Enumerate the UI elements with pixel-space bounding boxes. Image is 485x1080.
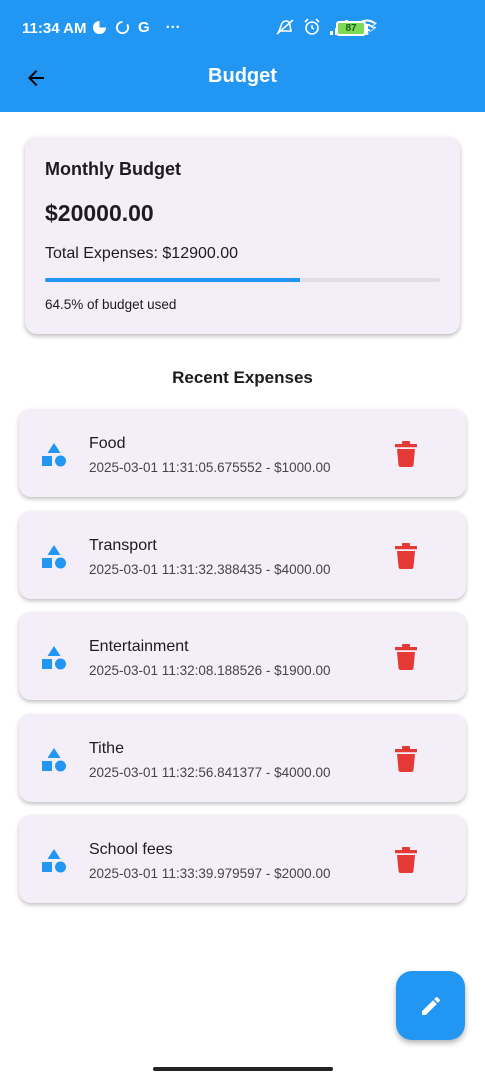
status-time: 11:34 AM <box>22 20 87 37</box>
delete-expense-button[interactable] <box>393 541 419 571</box>
expense-item[interactable]: Tithe 2025-03-01 11:32:56.841377 - $4000… <box>19 713 466 802</box>
expense-item[interactable]: School fees 2025-03-01 11:33:39.979597 -… <box>19 815 466 903</box>
expense-detail: 2025-03-01 11:32:08.188526 - $1900.00 <box>89 663 331 678</box>
delete-expense-button[interactable] <box>393 845 419 875</box>
app-bar: 11:34 AM G ··· 87 ⚡ Budget <box>0 0 485 112</box>
budget-progress-fill <box>45 278 300 282</box>
delete-expense-button[interactable] <box>393 744 419 774</box>
expense-item[interactable]: Entertainment 2025-03-01 11:32:08.188526… <box>19 612 466 700</box>
alarm-icon <box>304 18 320 35</box>
total-expenses: Total Expenses: $12900.00 <box>45 245 239 262</box>
category-shapes-icon <box>42 646 66 670</box>
category-shapes-icon <box>42 747 66 771</box>
expense-name: School fees <box>89 841 173 858</box>
expense-detail: 2025-03-01 11:31:32.388435 - $4000.00 <box>89 561 331 577</box>
google-notification-icon: G <box>138 19 150 36</box>
category-shapes-icon <box>42 849 66 873</box>
expense-detail: 2025-03-01 11:32:56.841377 - $4000.00 <box>89 764 331 780</box>
home-indicator[interactable] <box>153 1067 333 1071</box>
budget-amount: $20000.00 <box>45 200 154 226</box>
category-shapes-icon <box>42 443 66 467</box>
budget-usage-text: 64.5% of budget used <box>45 297 177 312</box>
edit-budget-fab[interactable] <box>396 971 465 1040</box>
expense-name: Transport <box>89 536 157 554</box>
sync-notification-icon <box>115 20 130 35</box>
budget-summary-card: Monthly Budget $20000.00 Total Expenses:… <box>25 137 460 334</box>
expense-name: Food <box>89 435 126 452</box>
battery-icon: 87 <box>336 21 366 36</box>
pencil-edit-icon <box>421 996 440 1015</box>
chart-notification-icon <box>92 20 107 35</box>
trash-icon <box>395 847 417 873</box>
expense-detail: 2025-03-01 11:33:39.979597 - $2000.00 <box>89 866 331 881</box>
trash-icon <box>395 644 417 670</box>
category-shapes-icon <box>42 544 66 568</box>
status-bar: 11:34 AM G ··· 87 ⚡ <box>0 0 485 58</box>
battery-tip <box>366 25 368 32</box>
charging-icon: ⚡ <box>369 20 379 35</box>
expense-item[interactable]: Food 2025-03-01 11:31:05.675552 - $1000.… <box>19 409 466 497</box>
expense-name: Tithe <box>89 739 124 757</box>
page-title: Budget <box>208 65 277 87</box>
trash-icon <box>395 441 417 467</box>
expense-item[interactable]: Transport 2025-03-01 11:31:32.388435 - $… <box>19 510 466 599</box>
expense-detail: 2025-03-01 11:31:05.675552 - $1000.00 <box>89 460 331 475</box>
budget-progress-bar <box>45 278 440 282</box>
budget-card-title: Monthly Budget <box>45 159 181 179</box>
status-notification-icons: G ··· <box>92 19 181 36</box>
delete-expense-button[interactable] <box>393 439 419 469</box>
trash-icon <box>395 542 417 569</box>
mute-icon <box>276 19 294 35</box>
recent-expenses-title: Recent Expenses <box>172 368 313 387</box>
trash-icon <box>395 745 417 772</box>
expense-list: Food 2025-03-01 11:31:05.675552 - $1000.… <box>19 409 466 917</box>
more-notifications-icon: ··· <box>165 19 181 36</box>
delete-expense-button[interactable] <box>393 642 419 672</box>
expense-name: Entertainment <box>89 638 189 655</box>
